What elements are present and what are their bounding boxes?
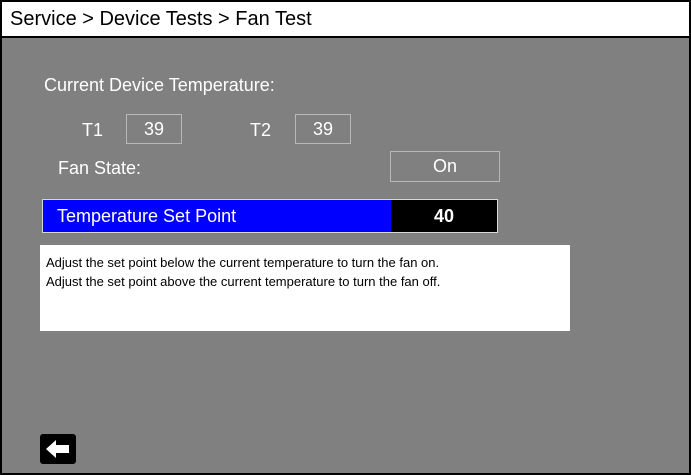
t1-value: 39 <box>126 114 182 144</box>
temperature-set-point-row[interactable]: Temperature Set Point 40 <box>42 199 498 233</box>
t2-label: T2 <box>250 120 272 140</box>
instructions-panel: Adjust the set point below the current t… <box>40 245 570 331</box>
fan-state-value: On <box>390 151 500 182</box>
breadcrumb: Service > Device Tests > Fan Test <box>2 2 689 38</box>
temperature-set-point-value[interactable]: 40 <box>391 200 497 232</box>
t1-label: T1 <box>82 120 104 140</box>
temperature-set-point-label[interactable]: Temperature Set Point <box>43 200 391 232</box>
instruction-line-1: Adjust the set point below the current t… <box>46 255 440 270</box>
fan-state-label: Fan State: <box>58 158 142 178</box>
back-button[interactable] <box>40 434 76 464</box>
t2-value: 39 <box>295 114 351 144</box>
back-arrow-icon <box>46 440 69 458</box>
current-temperature-heading: Current Device Temperature: <box>44 75 275 95</box>
instruction-line-2: Adjust the set point above the current t… <box>46 274 441 289</box>
fan-test-screen: Service > Device Tests > Fan Test Curren… <box>0 0 691 475</box>
